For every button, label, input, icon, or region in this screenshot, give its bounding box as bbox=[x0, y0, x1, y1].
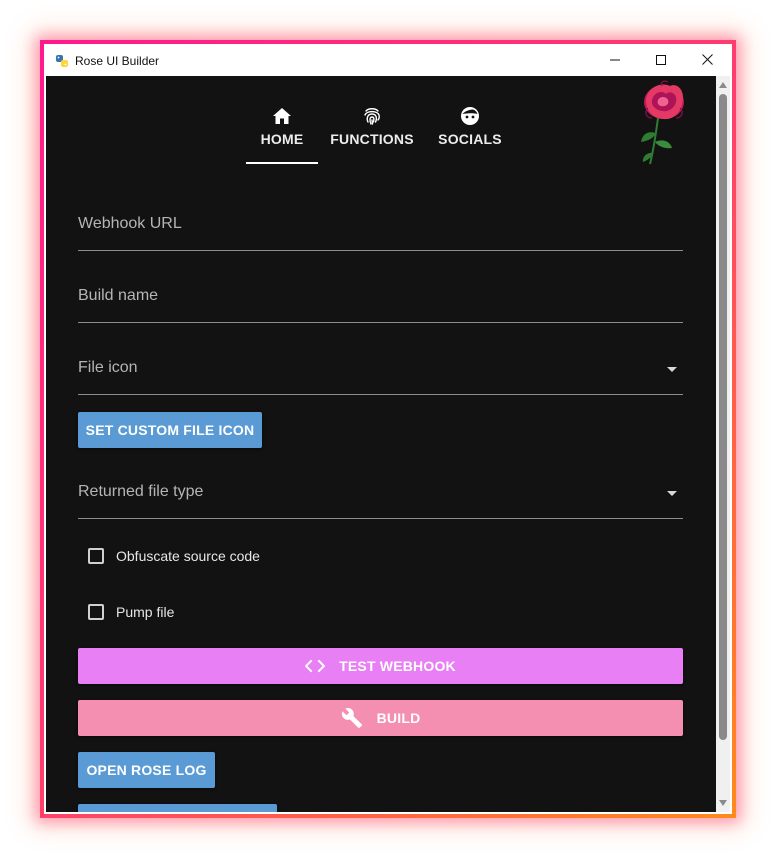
returned-file-type-label: Returned file type bbox=[78, 483, 204, 500]
rose-logo bbox=[636, 78, 696, 168]
app-window: Rose UI Builder HOME FUNCTIONS SOCIALS W… bbox=[46, 46, 730, 812]
wrench-icon bbox=[341, 707, 363, 729]
build-button[interactable]: BUILD bbox=[78, 700, 683, 736]
tab-functions[interactable]: FUNCTIONS bbox=[328, 76, 416, 164]
scrollbar-thumb[interactable] bbox=[719, 94, 727, 740]
tab-home-label: HOME bbox=[260, 131, 304, 147]
webhook-url-field[interactable]: Webhook URL bbox=[78, 206, 683, 251]
pump-file-label: Pump file bbox=[116, 604, 175, 620]
file-icon-label: File icon bbox=[78, 359, 138, 376]
scroll-up-arrow-icon[interactable] bbox=[716, 78, 730, 92]
pump-file-checkbox[interactable] bbox=[88, 604, 104, 620]
main-content: HOME FUNCTIONS SOCIALS Webhook URL Build… bbox=[46, 76, 716, 812]
chevron-down-icon bbox=[667, 367, 677, 372]
open-rose-log-button[interactable]: OPEN ROSE LOG bbox=[78, 752, 215, 788]
maximize-icon bbox=[656, 52, 666, 70]
window-title: Rose UI Builder bbox=[75, 54, 160, 68]
fingerprint-icon bbox=[361, 105, 383, 127]
close-icon bbox=[701, 52, 713, 70]
webhook-url-label: Webhook URL bbox=[78, 215, 182, 232]
title-bar[interactable]: Rose UI Builder bbox=[46, 46, 730, 76]
home-icon bbox=[271, 105, 293, 127]
scroll-down-arrow-icon[interactable] bbox=[716, 796, 730, 810]
test-webhook-button[interactable]: TEST WEBHOOK bbox=[78, 648, 683, 684]
build-name-field[interactable]: Build name bbox=[78, 278, 683, 323]
partially-visible-button[interactable] bbox=[78, 804, 277, 812]
tab-home[interactable]: HOME bbox=[246, 76, 318, 164]
tab-socials[interactable]: SOCIALS bbox=[434, 76, 506, 164]
set-custom-file-icon-label: SET CUSTOM FILE ICON bbox=[85, 422, 255, 438]
tab-socials-label: SOCIALS bbox=[438, 131, 502, 147]
minimize-icon bbox=[610, 52, 620, 70]
test-webhook-label: TEST WEBHOOK bbox=[339, 658, 456, 674]
pump-file-checkbox-row[interactable]: Pump file bbox=[88, 600, 174, 624]
returned-file-type-dropdown[interactable]: Returned file type bbox=[78, 474, 683, 519]
maximize-button[interactable] bbox=[638, 46, 684, 76]
minimize-button[interactable] bbox=[592, 46, 638, 76]
face-icon bbox=[459, 105, 481, 127]
obfuscate-checkbox[interactable] bbox=[88, 548, 104, 564]
screen: Rose UI Builder HOME FUNCTIONS SOCIALS W… bbox=[0, 0, 776, 858]
code-icon bbox=[305, 659, 326, 673]
obfuscate-label: Obfuscate source code bbox=[116, 548, 260, 564]
vertical-scrollbar[interactable] bbox=[716, 76, 730, 812]
file-icon-dropdown[interactable]: File icon bbox=[78, 350, 683, 395]
open-rose-log-label: OPEN ROSE LOG bbox=[86, 762, 207, 778]
tab-functions-label: FUNCTIONS bbox=[330, 131, 414, 147]
build-label: BUILD bbox=[376, 710, 421, 726]
chevron-down-icon bbox=[667, 491, 677, 496]
obfuscate-checkbox-row[interactable]: Obfuscate source code bbox=[88, 544, 260, 568]
close-button[interactable] bbox=[684, 46, 730, 76]
build-name-label: Build name bbox=[78, 287, 159, 304]
python-icon bbox=[55, 54, 69, 68]
set-custom-file-icon-button[interactable]: SET CUSTOM FILE ICON bbox=[78, 412, 262, 448]
active-tab-indicator bbox=[246, 162, 318, 164]
